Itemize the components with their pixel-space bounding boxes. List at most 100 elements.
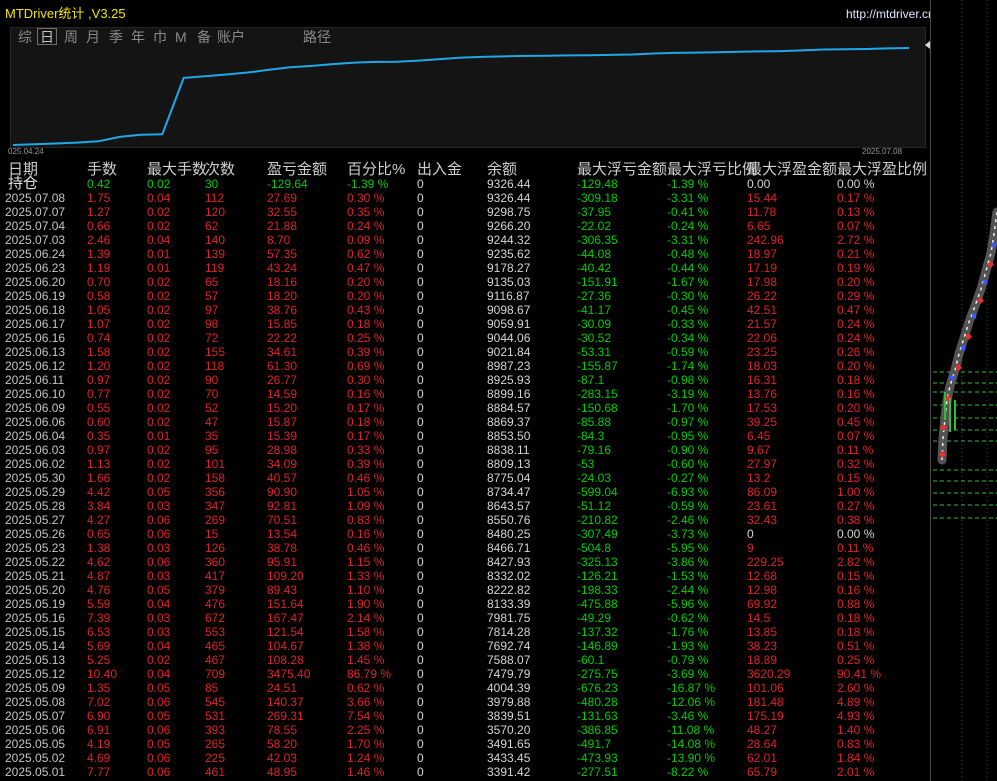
cell-profit: 3475.40 xyxy=(267,667,311,681)
cell-profit: 42.03 xyxy=(267,751,298,765)
cell-lots: 1.13 xyxy=(87,457,111,471)
cell-balance: 8480.25 xyxy=(487,527,531,541)
cell-max-float-profit-pct: 0.83 % xyxy=(837,737,875,751)
equity-curve-line xyxy=(12,47,910,146)
tab-yearly[interactable]: 年 xyxy=(128,28,148,45)
cell-max-float-profit: 6.65 xyxy=(747,219,771,233)
table-row: 2025.05.12 10.40 0.04 709 3475.40 86.79 % 0 747… xyxy=(0,667,930,681)
cell-profit: 89.43 xyxy=(267,583,298,597)
cell-max-float-profit-pct: 0.27 % xyxy=(837,499,875,513)
cell-profit: 34.61 xyxy=(267,345,298,359)
cell-trades: 97 xyxy=(205,303,219,317)
tab-quarterly[interactable]: 季 xyxy=(106,28,126,45)
cell-max-float-profit: 13.76 xyxy=(747,387,778,401)
tab-daily[interactable]: 日 xyxy=(37,28,57,45)
cell-profit-pct: 7.54 % xyxy=(347,709,385,723)
cell-max-float-loss-pct: -1.39 % xyxy=(667,177,709,191)
cell-max-lots: 0.02 xyxy=(147,303,171,317)
cell-deposit: 0 xyxy=(417,653,424,667)
cell-max-float-loss: -277.51 xyxy=(577,765,618,779)
cell-max-float-loss: -307.49 xyxy=(577,527,618,541)
cell-max-float-loss-pct: -0.24 % xyxy=(667,219,709,233)
tab-summary[interactable]: 综 xyxy=(15,28,35,45)
cell-max-float-loss-pct: -1.74 % xyxy=(667,359,709,373)
cell-max-float-profit: 42.51 xyxy=(747,303,778,317)
cell-max-float-profit: 13.85 xyxy=(747,625,778,639)
cell-max-float-profit-pct: 2.60 % xyxy=(837,681,875,695)
cell-max-float-profit-pct: 0.18 % xyxy=(837,611,875,625)
cell-max-float-loss: -275.75 xyxy=(577,667,618,681)
cell-trades: 65 xyxy=(205,275,219,289)
table-row: 2025.05.29 4.42 0.05 356 90.90 1.05 % 0 8734.47… xyxy=(0,485,930,499)
cell-profit: 14.59 xyxy=(267,387,298,401)
cell-profit: 104.67 xyxy=(267,639,304,653)
cell-deposit: 0 xyxy=(417,415,424,429)
cell-max-float-profit: 13.2 xyxy=(747,471,771,485)
cell-max-lots: 0.06 xyxy=(147,765,171,779)
cell-trades: 672 xyxy=(205,611,226,625)
cell-deposit: 0 xyxy=(417,471,424,485)
cell-max-float-loss: -37.95 xyxy=(577,205,612,219)
cell-max-float-profit: 48.27 xyxy=(747,723,778,737)
cell-max-lots: 0.02 xyxy=(147,289,171,303)
cell-lots: 7.77 xyxy=(87,765,111,779)
cell-profit: 90.90 xyxy=(267,485,298,499)
cell-max-float-profit: 3620.29 xyxy=(747,667,791,681)
cell-deposit: 0 xyxy=(417,205,424,219)
table-row: 2025.05.16 7.39 0.03 672 167.47 2.14 % 0 7981.7… xyxy=(0,611,930,625)
cell-deposit: 0 xyxy=(417,723,424,737)
cell-profit-pct: 0.83 % xyxy=(347,513,385,527)
cell-max-lots: 0.04 xyxy=(147,639,171,653)
cell-max-float-loss-pct: -5.96 % xyxy=(667,597,709,611)
table-header: 日期 手数 最大手数 次数 盈亏金额 百分比% 出入金 余额 最大浮亏金额 最大… xyxy=(0,162,930,177)
cell-max-lots: 0.06 xyxy=(147,513,171,527)
cell-balance: 3570.20 xyxy=(487,723,531,737)
equity-chart xyxy=(10,27,926,148)
cell-max-float-profit-pct: 0.11 % xyxy=(837,541,874,555)
cell-date: 2025.05.26 xyxy=(5,527,66,541)
table-row: 2025.05.19 5.59 0.04 476 151.64 1.90 % 0 8133.3… xyxy=(0,597,930,611)
cell-profit-pct: 86.79 % xyxy=(347,667,392,681)
tab-magic[interactable]: M xyxy=(172,28,190,45)
cell-profit-pct: 0.18 % xyxy=(347,415,385,429)
cell-trades: 72 xyxy=(205,331,219,345)
cell-trades: 126 xyxy=(205,541,226,555)
cell-trades: 467 xyxy=(205,653,226,667)
table-row: 2025.07.07 1.27 0.02 120 32.55 0.35 % 0 9298.75… xyxy=(0,205,930,219)
tab-path[interactable]: 路径 xyxy=(300,28,334,45)
cell-max-float-profit-pct: 0.07 % xyxy=(837,219,875,233)
cell-max-float-loss: -150.68 xyxy=(577,401,618,415)
cell-profit-pct: 1.45 % xyxy=(347,653,385,667)
cell-max-float-profit-pct: 0.13 % xyxy=(837,205,875,219)
cell-deposit: 0 xyxy=(417,499,424,513)
table-row: 2025.05.27 4.27 0.06 269 70.51 0.83 % 0 8550.76… xyxy=(0,513,930,527)
cell-lots: 10.40 xyxy=(87,667,118,681)
cell-profit: 61.30 xyxy=(267,359,298,373)
tab-note[interactable]: 备 xyxy=(194,28,214,45)
cell-profit: 8.70 xyxy=(267,233,291,247)
cell-date: 2025.05.06 xyxy=(5,723,66,737)
cell-trades: 393 xyxy=(205,723,226,737)
table-row: 2025.05.30 1.66 0.02 158 40.57 0.46 % 0 8775.04… xyxy=(0,471,930,485)
cell-max-float-profit: 0.00 xyxy=(747,177,771,191)
cell-max-float-profit: 21.57 xyxy=(747,317,778,331)
cell-max-float-loss: -22.02 xyxy=(577,219,612,233)
cell-date: 2025.05.15 xyxy=(5,625,66,639)
cell-deposit: 0 xyxy=(417,751,424,765)
tab-weekly[interactable]: 周 xyxy=(61,28,81,45)
chart-end-date: 2025.07.08 xyxy=(862,147,903,156)
cell-date: 2025.05.08 xyxy=(5,695,66,709)
tab-account[interactable]: 账户 xyxy=(214,28,248,45)
cell-deposit: 0 xyxy=(417,457,424,471)
cell-lots: 4.87 xyxy=(87,569,111,583)
cell-deposit: 0 xyxy=(417,639,424,653)
cell-max-float-loss: -30.52 xyxy=(577,331,612,345)
cell-max-float-profit: 242.96 xyxy=(747,233,784,247)
tab-monthly[interactable]: 月 xyxy=(83,28,103,45)
cell-max-lots: 0.03 xyxy=(147,569,171,583)
tab-currency[interactable]: 巾 xyxy=(150,28,170,45)
cell-max-lots: 0.02 xyxy=(147,317,171,331)
cell-balance: 9116.87 xyxy=(487,289,530,303)
cell-date: 2025.06.06 xyxy=(5,415,66,429)
cell-max-float-loss-pct: -6.93 % xyxy=(667,485,709,499)
